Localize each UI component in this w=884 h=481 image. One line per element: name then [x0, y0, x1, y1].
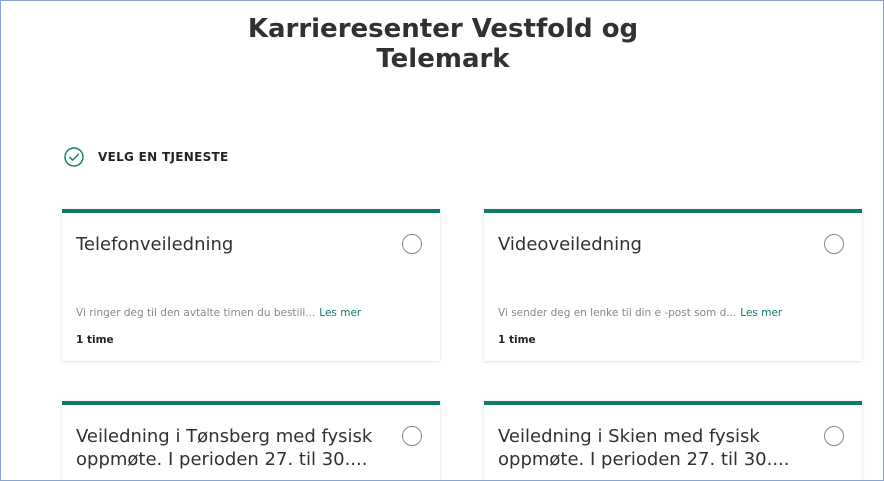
booking-page: Karrieresenter Vestfold og Telemark VELG…: [0, 0, 884, 481]
check-circle-icon: [63, 146, 85, 168]
read-more-link[interactable]: Les mer: [319, 307, 361, 319]
service-radio-button[interactable]: [824, 426, 844, 446]
service-card-skien[interactable]: Veiledning i Skien med fysisk oppmøte. I…: [484, 401, 862, 480]
read-more-link[interactable]: Les mer: [740, 307, 782, 319]
service-radio-button[interactable]: [824, 234, 844, 254]
service-title: Telefonveiledning: [76, 234, 234, 255]
service-title: Veiledning i Tønsberg med fysisk oppmøte…: [76, 426, 373, 470]
page-title: Karrieresenter Vestfold og Telemark: [1, 14, 883, 74]
service-radio-button[interactable]: [402, 234, 422, 254]
page-title-line-2: Telemark: [376, 44, 510, 74]
service-card-tonsberg[interactable]: Veiledning i Tønsberg med fysisk oppmøte…: [62, 401, 440, 480]
service-radio-button[interactable]: [402, 426, 422, 446]
step-label: VELG EN TJENESTE: [98, 150, 229, 164]
service-description-text: Vi sender deg en lenke til din e -post s…: [498, 307, 737, 319]
service-title: Videoveiledning: [498, 234, 642, 255]
service-duration: 1 time: [76, 334, 114, 346]
service-duration: 1 time: [498, 334, 536, 346]
service-description-text: Vi ringer deg til den avtalte timen du b…: [76, 307, 316, 319]
service-card-telefonveiledning[interactable]: Telefonveiledning Vi ringer deg til den …: [62, 209, 440, 361]
service-description: Vi ringer deg til den avtalte timen du b…: [76, 307, 426, 319]
service-description: Vi sender deg en lenke til din e -post s…: [498, 307, 848, 319]
service-title: Veiledning i Skien med fysisk oppmøte. I…: [498, 426, 790, 470]
step-header: VELG EN TJENESTE: [63, 145, 229, 169]
page-title-line-1: Karrieresenter Vestfold og: [247, 14, 639, 44]
service-card-videoveiledning[interactable]: Videoveiledning Vi sender deg en lenke t…: [484, 209, 862, 361]
